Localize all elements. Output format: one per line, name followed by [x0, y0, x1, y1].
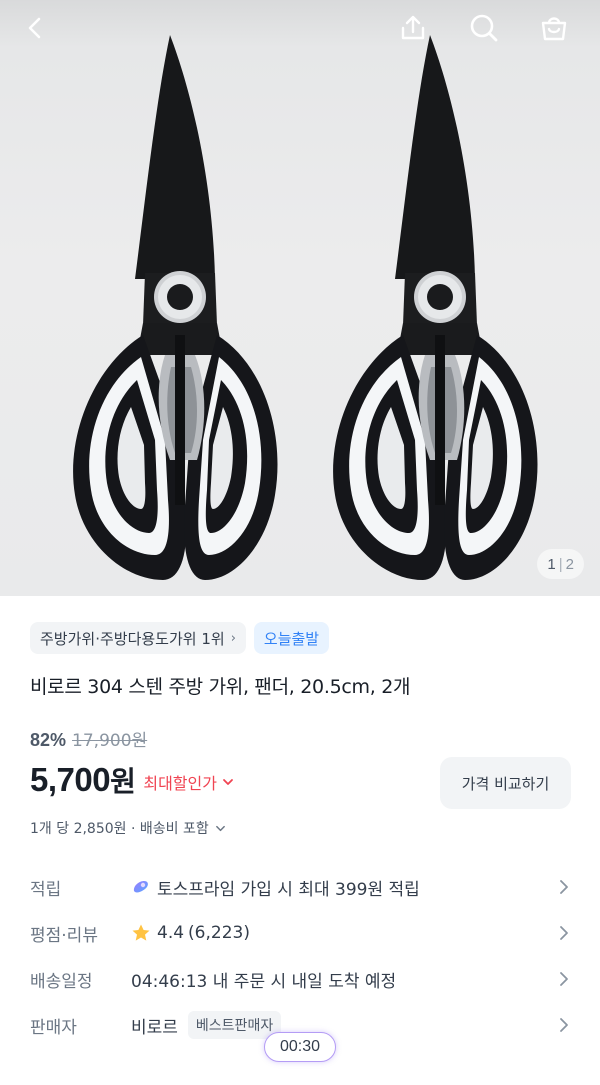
detail-rows: 적립 토스프라임 가입 시 최대 399원 적립 평점·리뷰 4.4 (6,22… [0, 864, 600, 1048]
category-rank-label: 주방가위·주방다용도가위 1위 [40, 629, 225, 648]
rating-row[interactable]: 평점·리뷰 4.4 (6,223) [0, 910, 600, 956]
sale-price-number: 5,700 [30, 761, 111, 798]
discount-row: 82% 17,900원 [30, 726, 147, 751]
best-deal-toggle[interactable]: 최대할인가 [143, 770, 234, 794]
review-count: (6,223) [188, 923, 250, 943]
gallery-total-pages: 2 [565, 555, 574, 573]
rating-score: 4.4 [157, 923, 185, 943]
discount-rate: 82% [30, 730, 67, 750]
chevron-right-icon [560, 972, 568, 986]
rating-value: 4.4 (6,223) [131, 923, 250, 943]
product-title: 비로르 304 스텐 주방 가위, 팬더, 20.5cm, 2개 [30, 676, 411, 698]
unit-price-toggle[interactable]: 1개 당 2,850원 · 배송비 포함 [30, 818, 226, 838]
seller-label: 판매자 [30, 1017, 77, 1038]
shipping-row[interactable]: 배송일정 04:46:13 내 주문 시 내일 도착 예정 [0, 956, 600, 1002]
chevron-left-icon [28, 17, 41, 39]
chevron-right-icon [560, 880, 568, 894]
points-label: 적립 [30, 879, 62, 900]
sale-price: 5,700원 [30, 760, 136, 800]
compare-price-button[interactable]: 가격 비교하기 [440, 757, 571, 809]
sale-price-unit: 원 [110, 765, 136, 798]
original-price: 17,900원 [72, 731, 148, 751]
product-tags: 주방가위·주방다용도가위 1위 › 오늘출발 [30, 622, 330, 654]
toss-prime-icon [133, 881, 148, 893]
price-row: 5,700원 최대할인가 [30, 760, 234, 800]
cart-button[interactable] [532, 6, 576, 50]
shipping-value: 04:46:13 내 주문 시 내일 도착 예정 [131, 971, 397, 992]
unit-price-text: 1개 당 2,850원 · 배송비 포함 [30, 821, 209, 837]
today-shipping-label: 오늘출발 [263, 629, 320, 648]
points-value: 토스프라임 가입 시 최대 399원 적립 [131, 875, 420, 900]
gallery-current-page: 1 [547, 555, 556, 573]
seller-name: 비로르 [131, 1017, 178, 1038]
product-info: 주방가위·주방다용도가위 1위 › 오늘출발 비로르 304 스텐 주방 가위,… [0, 596, 600, 1085]
shipping-label: 배송일정 [30, 971, 93, 992]
best-deal-label: 최대할인가 [143, 774, 217, 793]
best-seller-badge: 베스트판매자 [187, 1011, 282, 1039]
back-button[interactable] [14, 6, 58, 50]
product-image-gallery[interactable]: 1 | 2 [0, 0, 600, 596]
chevron-right-icon [560, 1018, 568, 1032]
today-shipping-tag: 오늘출발 [253, 622, 330, 654]
product-photo [0, 0, 600, 596]
gallery-page-indicator: 1 | 2 [537, 549, 584, 579]
floating-timer[interactable]: 00:30 [264, 1032, 336, 1062]
top-navigation-bar [0, 0, 600, 56]
chevron-right-icon: › [230, 630, 236, 646]
shopping-bag-icon [541, 17, 567, 41]
share-icon [401, 15, 425, 40]
seller-value: 비로르 베스트판매자 [131, 1011, 282, 1039]
rating-label: 평점·리뷰 [30, 925, 98, 946]
star-icon [132, 924, 150, 941]
points-text: 토스프라임 가입 시 최대 399원 적립 [157, 879, 420, 900]
chevron-right-icon [560, 926, 568, 940]
points-row[interactable]: 적립 토스프라임 가입 시 최대 399원 적립 [0, 864, 600, 910]
gallery-separator: | [558, 555, 563, 573]
chevron-down-icon [215, 825, 225, 831]
share-button[interactable] [391, 6, 435, 50]
chevron-down-icon [223, 779, 233, 785]
search-icon [470, 14, 498, 42]
search-button[interactable] [462, 6, 506, 50]
category-rank-tag[interactable]: 주방가위·주방다용도가위 1위 › [30, 622, 246, 654]
